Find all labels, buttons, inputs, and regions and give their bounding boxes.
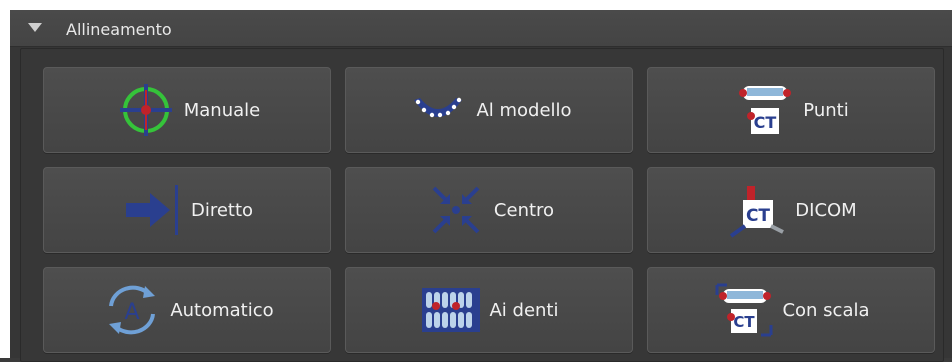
automatic-label: Automatico	[170, 299, 274, 321]
scale-label: Con scala	[782, 299, 870, 321]
collapse-arrow-icon[interactable]	[28, 23, 42, 32]
arrows-to-center-icon	[424, 180, 488, 240]
direct-button[interactable]: Diretto	[43, 167, 331, 253]
button-group: Manuale Al modello CT Punti Diretto Cent…	[20, 48, 944, 362]
window: Allineamento Manuale Al modello CT Punti…	[0, 0, 952, 362]
ct-dicom-icon: CT	[725, 180, 789, 240]
ct-scale-icon: CT	[712, 280, 776, 340]
teeth-label: Ai denti	[489, 299, 559, 321]
center-button[interactable]: Centro	[345, 167, 633, 253]
top-strip	[0, 0, 952, 10]
crosshair-target-icon	[114, 80, 178, 140]
teeth-button[interactable]: Ai denti	[345, 267, 633, 353]
auto-rotate-a-icon: A	[100, 280, 164, 340]
left-strip	[0, 0, 10, 358]
teeth-points-icon	[419, 280, 483, 340]
dicom-label: DICOM	[795, 199, 857, 221]
points-label: Punti	[803, 99, 849, 121]
arrow-to-line-icon	[121, 180, 185, 240]
center-label: Centro	[493, 199, 555, 221]
svg-text:A: A	[125, 300, 140, 325]
svg-text:CT: CT	[746, 206, 770, 226]
manual-label: Manuale	[183, 99, 261, 121]
svg-text:CT: CT	[734, 313, 756, 331]
panel-header[interactable]: Allineamento	[10, 10, 952, 47]
model-button[interactable]: Al modello	[345, 67, 633, 153]
direct-label: Diretto	[190, 199, 254, 221]
dental-arch-dots-icon	[406, 80, 470, 140]
scale-button[interactable]: CT Con scala	[647, 267, 935, 353]
points-button[interactable]: CT Punti	[647, 67, 935, 153]
dicom-button[interactable]: CT DICOM	[647, 167, 935, 253]
model-label: Al modello	[476, 99, 572, 121]
svg-text:CT: CT	[754, 113, 777, 132]
manual-button[interactable]: Manuale	[43, 67, 331, 153]
panel-title: Allineamento	[66, 20, 172, 39]
ct-points-icon: CT	[733, 80, 797, 140]
automatic-button[interactable]: A Automatico	[43, 267, 331, 353]
alignment-panel: Allineamento Manuale Al modello CT Punti…	[10, 10, 952, 362]
